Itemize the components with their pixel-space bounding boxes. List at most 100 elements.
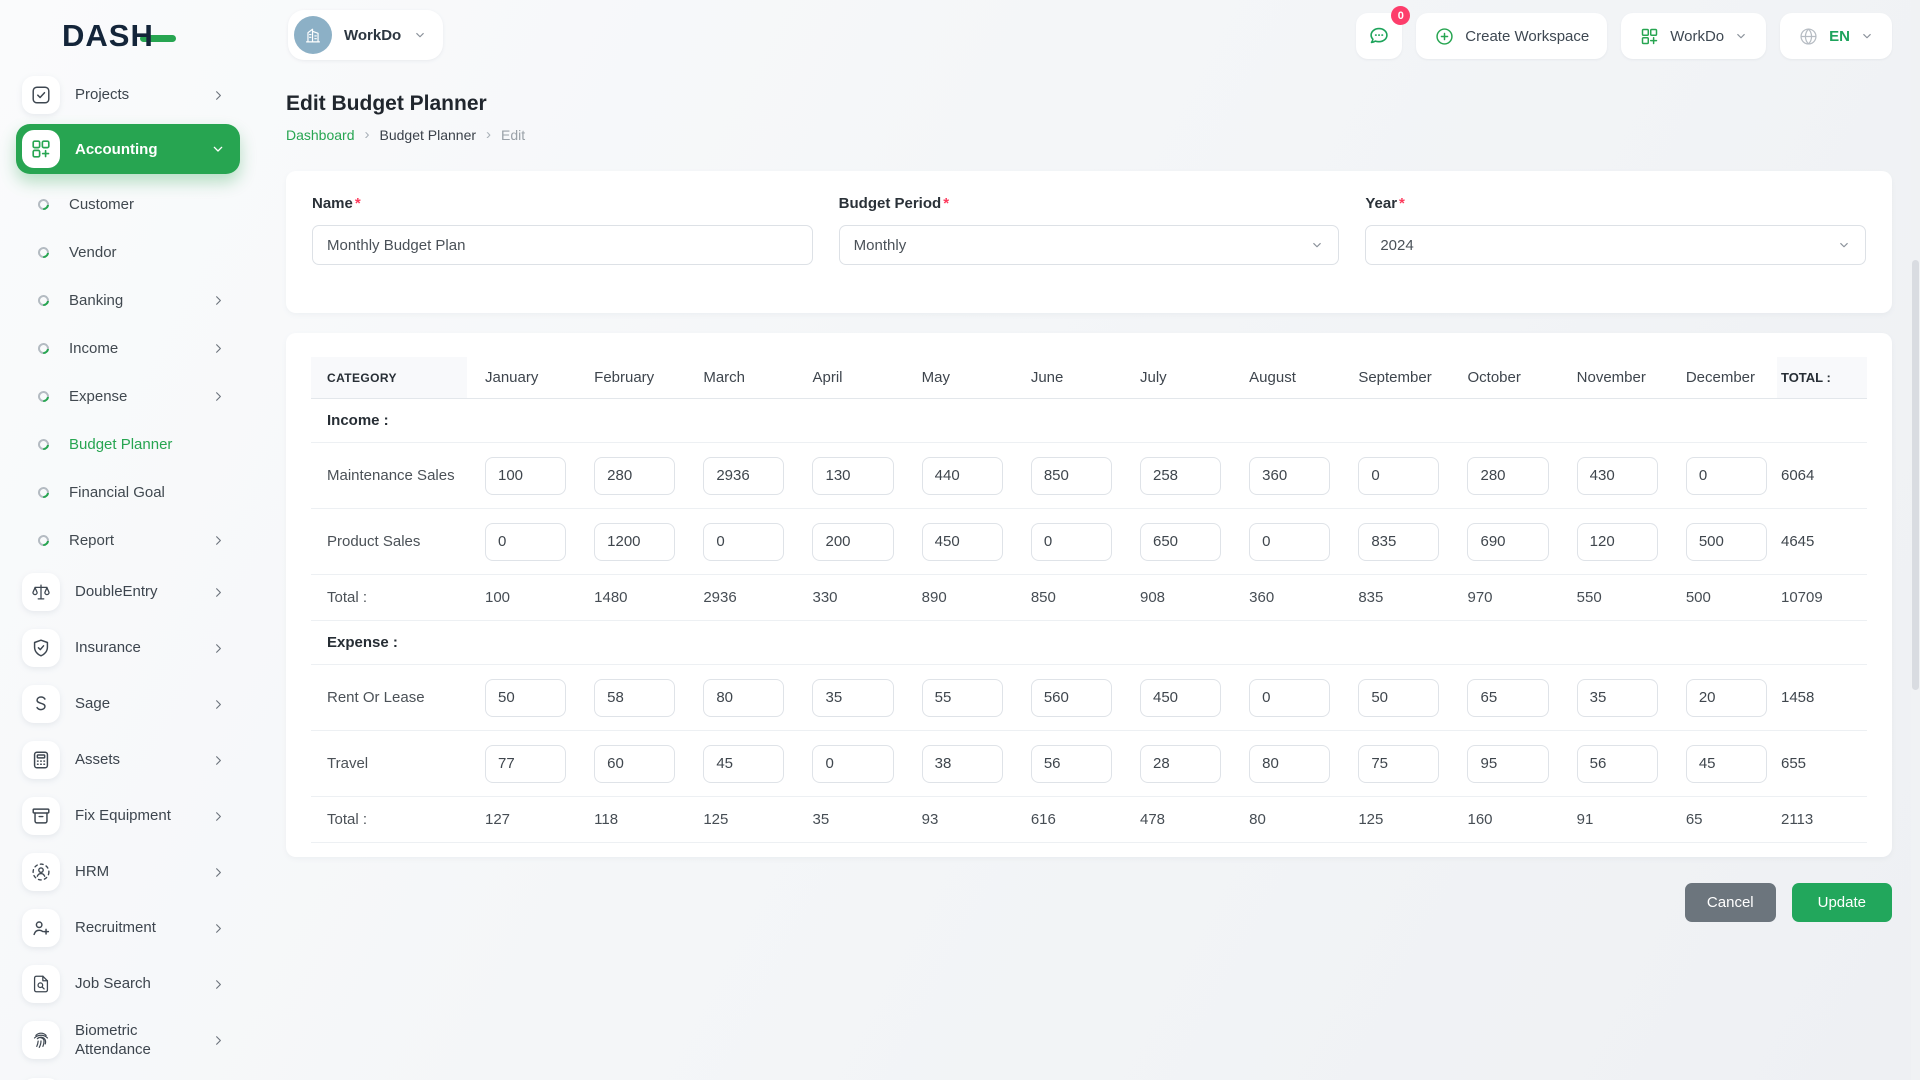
- rent-or-lease-august-input[interactable]: [1249, 678, 1331, 717]
- budget-period-select[interactable]: Monthly: [838, 225, 1340, 265]
- sidebar-item-report[interactable]: Report: [0, 516, 240, 564]
- sidebar-item-projects[interactable]: Projects: [0, 72, 240, 118]
- language-selector[interactable]: EN: [1780, 13, 1892, 59]
- year-select[interactable]: 2024: [1365, 225, 1867, 265]
- travel-september-input[interactable]: [1358, 744, 1440, 783]
- maintenance-sales-may-input[interactable]: [921, 456, 1003, 495]
- product-sales-may-input[interactable]: [921, 522, 1003, 561]
- sidebar-item-doubleentry[interactable]: DoubleEntry: [0, 564, 240, 620]
- product-sales-july-input[interactable]: [1139, 522, 1222, 561]
- sidebar-item-label: Financial Goal: [69, 483, 165, 501]
- maintenance-sales-june-input[interactable]: [1030, 456, 1112, 495]
- travel-march-input[interactable]: [703, 744, 785, 783]
- month-cell: [1231, 443, 1340, 508]
- maintenance-sales-september-input[interactable]: [1358, 456, 1440, 495]
- rent-or-lease-july-input[interactable]: [1139, 678, 1222, 717]
- rent-or-lease-september-input[interactable]: [1358, 678, 1440, 717]
- form-actions: Cancel Update: [286, 883, 1892, 922]
- breadcrumb-budget-planner[interactable]: Budget Planner: [380, 127, 477, 143]
- rent-or-lease-december-input[interactable]: [1685, 678, 1767, 717]
- total-cell: 125: [1358, 811, 1384, 828]
- rent-or-lease-november-input[interactable]: [1576, 678, 1658, 717]
- rent-or-lease-april-input[interactable]: [812, 678, 894, 717]
- rent-or-lease-october-input[interactable]: [1467, 678, 1549, 717]
- product-sales-november-input[interactable]: [1576, 522, 1658, 561]
- rent-or-lease-june-input[interactable]: [1030, 678, 1112, 717]
- sidebar-item-label: Customer: [69, 195, 135, 213]
- product-sales-january-input[interactable]: [485, 522, 567, 561]
- update-button[interactable]: Update: [1791, 883, 1892, 922]
- sidebar-item-accounting[interactable]: Accounting: [16, 124, 240, 174]
- maintenance-sales-november-input[interactable]: [1576, 456, 1658, 495]
- travel-january-input[interactable]: [485, 744, 567, 783]
- sidebar-item-financial-goal[interactable]: Financial Goal: [0, 468, 240, 516]
- product-sales-february-input[interactable]: [594, 522, 676, 561]
- sidebar-item-budget-planner[interactable]: Budget Planner: [0, 420, 240, 468]
- create-workspace-button[interactable]: Create Workspace: [1416, 13, 1608, 59]
- rent-or-lease-february-input[interactable]: [594, 678, 676, 717]
- travel-august-input[interactable]: [1249, 744, 1331, 783]
- sidebar-item-job-search[interactable]: Job Search: [0, 956, 240, 1012]
- travel-november-input[interactable]: [1576, 744, 1658, 783]
- maintenance-sales-january-input[interactable]: [485, 456, 567, 495]
- sidebar-item-insurance[interactable]: Insurance: [0, 620, 240, 676]
- sidebar-item-recruitment[interactable]: Recruitment: [0, 900, 240, 956]
- rent-or-lease-january-input[interactable]: [485, 678, 567, 717]
- sidebar-item-income[interactable]: Income: [0, 324, 240, 372]
- breadcrumb-dashboard[interactable]: Dashboard: [286, 127, 355, 143]
- travel-june-input[interactable]: [1030, 744, 1112, 783]
- travel-october-input[interactable]: [1467, 744, 1549, 783]
- rent-or-lease-may-input[interactable]: [921, 678, 1003, 717]
- sidebar-item-fix-equipment[interactable]: Fix Equipment: [0, 788, 240, 844]
- page-scrollbar[interactable]: [1911, 0, 1920, 1080]
- bullet-icon: [35, 532, 52, 548]
- dash-logo[interactable]: DASH: [62, 18, 176, 54]
- product-sales-april-input[interactable]: [812, 522, 894, 561]
- month-cell: [1449, 665, 1558, 730]
- total-cell: 125: [703, 811, 729, 828]
- column-header-february: February: [594, 369, 655, 386]
- maintenance-sales-february-input[interactable]: [594, 456, 676, 495]
- travel-may-input[interactable]: [921, 744, 1003, 783]
- sidebar-item-sage[interactable]: Sage: [0, 676, 240, 732]
- year-value: 2024: [1380, 236, 1414, 254]
- product-sales-march-input[interactable]: [703, 522, 785, 561]
- month-cell: [904, 509, 1013, 574]
- maintenance-sales-april-input[interactable]: [812, 456, 894, 495]
- maintenance-sales-august-input[interactable]: [1249, 456, 1331, 495]
- product-sales-december-input[interactable]: [1685, 522, 1767, 561]
- bullet-icon: [35, 292, 52, 308]
- topbar: DASH WorkDo 0 Create Workspace WorkDo EN: [0, 0, 1920, 72]
- maintenance-sales-march-input[interactable]: [703, 456, 785, 495]
- travel-july-input[interactable]: [1139, 744, 1222, 783]
- sidebar-item-biometric-attendance[interactable]: Biometric Attendance: [0, 1012, 240, 1068]
- sidebar-item-banking[interactable]: Banking: [0, 276, 240, 324]
- workspace-selector[interactable]: WorkDo: [288, 10, 444, 60]
- workspace-menu-button[interactable]: WorkDo: [1621, 13, 1767, 59]
- sidebar-item-expense[interactable]: Expense: [0, 372, 240, 420]
- month-cell: [1559, 731, 1668, 796]
- scrollbar-thumb[interactable]: [1912, 260, 1919, 690]
- product-sales-august-input[interactable]: [1249, 522, 1331, 561]
- page-title: Edit Budget Planner: [286, 92, 487, 115]
- sidebar-item-assets[interactable]: Assets: [0, 732, 240, 788]
- messages-button[interactable]: 0: [1356, 6, 1411, 59]
- sidebar-item-hrm[interactable]: HRM: [0, 844, 240, 900]
- name-label: Name *: [312, 195, 361, 212]
- product-sales-october-input[interactable]: [1467, 522, 1549, 561]
- cancel-button[interactable]: Cancel: [1684, 883, 1776, 922]
- travel-february-input[interactable]: [594, 744, 676, 783]
- travel-april-input[interactable]: [812, 744, 894, 783]
- sidebar-item-customer[interactable]: Customer: [0, 180, 240, 228]
- sidebar-item-vendor[interactable]: Vendor: [0, 228, 240, 276]
- sidebar-menu: Projects Accounting Customer Vendor Banking I…: [0, 72, 258, 1068]
- maintenance-sales-december-input[interactable]: [1685, 456, 1767, 495]
- rent-or-lease-march-input[interactable]: [703, 678, 785, 717]
- maintenance-sales-october-input[interactable]: [1467, 456, 1549, 495]
- year-field-group: Year * 2024: [1365, 195, 1867, 289]
- product-sales-september-input[interactable]: [1358, 522, 1440, 561]
- name-input[interactable]: [312, 225, 813, 265]
- product-sales-june-input[interactable]: [1030, 522, 1112, 561]
- maintenance-sales-july-input[interactable]: [1139, 456, 1222, 495]
- travel-december-input[interactable]: [1685, 744, 1767, 783]
